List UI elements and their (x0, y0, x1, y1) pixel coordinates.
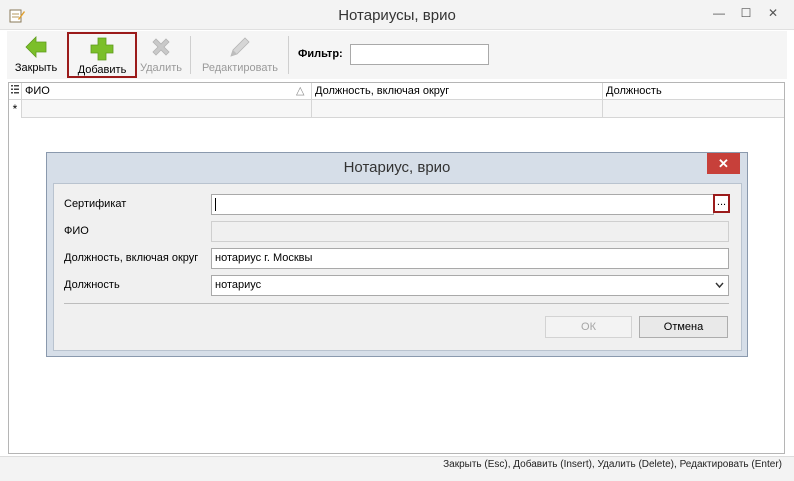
position-select[interactable]: нотариус (211, 275, 729, 296)
edit-button-label: Редактировать (202, 62, 278, 74)
add-button[interactable]: Добавить (67, 32, 137, 78)
close-button-label: Закрыть (14, 62, 58, 74)
ok-button[interactable]: ОК (545, 316, 632, 338)
cancel-button[interactable]: Отмена (639, 316, 728, 338)
table-cell[interactable] (22, 100, 312, 118)
column-header-fio[interactable]: ФИО △ (22, 83, 312, 100)
maximize-button[interactable]: ☐ (733, 3, 759, 23)
column-header-fio-label: ФИО (25, 85, 50, 97)
chevron-down-icon (715, 282, 724, 289)
toolbar-separator (288, 36, 289, 74)
grid-header: ФИО △ Должность, включая округ Должность (9, 83, 784, 100)
column-header-position[interactable]: Должность (603, 83, 784, 100)
column-header-position-district[interactable]: Должность, включая округ (312, 83, 603, 100)
arrow-left-icon (25, 36, 47, 58)
delete-x-icon (152, 38, 170, 56)
filter-label: Фильтр: (298, 48, 343, 60)
table-cell[interactable] (312, 100, 603, 118)
shortcut-hints: Закрыть (Esc), Добавить (Insert), Удалит… (443, 459, 782, 470)
plus-icon (90, 37, 114, 61)
edit-button[interactable]: Редактировать (195, 32, 285, 78)
window-close-button[interactable]: ✕ (760, 3, 786, 23)
title-bar: Нотариусы, врио — ☐ ✕ (0, 0, 794, 30)
dialog-title: Нотариус, врио (343, 159, 451, 176)
new-row-marker: * (9, 100, 22, 118)
list-icon (11, 85, 19, 94)
certificate-label: Сертификат (64, 198, 127, 210)
toolbar: Закрыть Добавить Удалить Редактировать Ф… (7, 31, 787, 79)
window-title: Нотариусы, врио (338, 7, 456, 24)
certificate-browse-button[interactable]: ... (713, 194, 730, 213)
text-cursor (215, 197, 216, 211)
row-selector-header[interactable] (9, 83, 22, 100)
status-bar: Закрыть (Esc), Добавить (Insert), Удалит… (0, 456, 794, 481)
pencil-icon (230, 37, 250, 57)
fio-field[interactable] (211, 221, 729, 242)
notary-dialog: Нотариус, врио ✕ Сертификат ... ФИО Долж… (46, 152, 748, 357)
minimize-button[interactable]: — (706, 3, 732, 23)
close-button[interactable]: Закрыть (11, 32, 61, 78)
fio-label: ФИО (64, 225, 89, 237)
dialog-body: Сертификат ... ФИО Должность, включая ок… (53, 183, 742, 351)
position-select-value: нотариус (215, 279, 262, 291)
filter-input[interactable] (350, 44, 489, 65)
sort-ascending-icon: △ (296, 85, 305, 97)
toolbar-separator (190, 36, 191, 74)
position-district-label: Должность, включая округ (64, 252, 199, 264)
position-district-field[interactable]: нотариус г. Москвы (211, 248, 729, 269)
delete-button[interactable]: Удалить (137, 32, 185, 78)
table-row-new[interactable]: * (9, 100, 784, 118)
position-label: Должность (64, 279, 120, 291)
dialog-divider (64, 303, 729, 304)
table-cell[interactable] (603, 100, 784, 118)
dialog-close-button[interactable]: ✕ (707, 153, 740, 174)
add-button-label: Добавить (77, 64, 127, 76)
delete-button-label: Удалить (140, 62, 182, 74)
certificate-field[interactable] (211, 194, 714, 215)
